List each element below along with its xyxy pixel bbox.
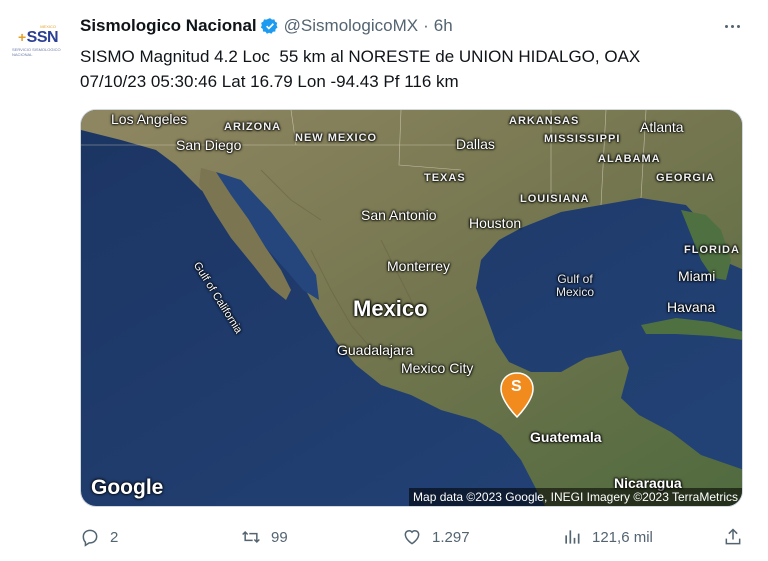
- separator-dot: ·: [423, 16, 429, 35]
- map-label: San Antonio: [361, 207, 437, 223]
- tweet-text-line: SISMO Magnitud 4.2 Loc 55 km al NORESTE …: [80, 47, 641, 66]
- map-label: San Diego: [176, 137, 242, 153]
- repost-count: 99: [271, 528, 288, 546]
- more-options-icon[interactable]: [718, 14, 746, 38]
- reply-count: 2: [110, 528, 119, 546]
- map-label: Guadalajara: [337, 342, 414, 358]
- map-label: Guatemala: [530, 429, 602, 445]
- map-label: MISSISSIPPI: [544, 133, 621, 145]
- map-attribution: Map data ©2023 Google, INEGI Imagery ©20…: [409, 488, 742, 506]
- display-name[interactable]: Sismologico Nacional: [80, 16, 257, 36]
- tweet-text: SISMO Magnitud 4.2 Loc 55 km al NORESTE …: [80, 44, 750, 94]
- verified-badge-icon[interactable]: [260, 17, 279, 35]
- share-button[interactable]: [723, 523, 743, 551]
- map-label: ARIZONA: [224, 121, 282, 133]
- map-label: TEXAS: [424, 172, 466, 184]
- map-label: Mexico City: [401, 360, 474, 376]
- share-icon: [725, 528, 741, 545]
- map-label: ARKANSAS: [509, 115, 580, 127]
- avatar-subtext: SERVICIO SISMOLOGICO NACIONAL: [12, 47, 61, 57]
- ssn-logo: +SSN: [17, 29, 59, 46]
- like-count: 1.297: [432, 528, 470, 546]
- map-label: Miami: [678, 268, 716, 284]
- map-card[interactable]: Los Angeles San Diego ARIZONA NEW MEXICO…: [80, 109, 743, 507]
- avatar[interactable]: MEXICO +SSN SERVICIO SISMOLOGICO NACIONA…: [12, 14, 64, 66]
- google-logo: Google: [91, 476, 164, 499]
- tweet-actions: 2 99 1.297 121,6 mil: [80, 523, 750, 551]
- reply-button[interactable]: 2: [80, 523, 118, 551]
- pin-letter: S: [511, 378, 522, 395]
- map-label: ALABAMA: [598, 153, 661, 165]
- like-icon: [404, 530, 420, 545]
- like-button[interactable]: 1.297: [402, 523, 470, 551]
- views-icon: [565, 530, 580, 544]
- tweet-header: Sismologico Nacional @SismologicoMX · 6h: [80, 14, 453, 38]
- repost-button[interactable]: 99: [241, 523, 288, 551]
- timestamp[interactable]: 6h: [434, 16, 453, 36]
- ssn-logo-text: SSN: [26, 29, 59, 46]
- map-label: Monterrey: [387, 258, 451, 274]
- map-label: Los Angeles: [111, 111, 188, 127]
- map-label-gulf: Gulf of Mexico: [556, 273, 594, 299]
- map-label: LOUISIANA: [520, 193, 590, 205]
- map-label: GEORGIA: [656, 172, 715, 184]
- views-count: 121,6 mil: [592, 528, 653, 546]
- reply-icon: [82, 529, 98, 547]
- repost-icon: [242, 530, 260, 544]
- map-label: Atlanta: [640, 119, 684, 135]
- views-button[interactable]: 121,6 mil: [562, 523, 653, 551]
- map-label: FLORIDA: [684, 244, 740, 256]
- map-label: Dallas: [456, 136, 495, 152]
- map-label: Havana: [667, 299, 716, 315]
- map-label: Houston: [469, 215, 522, 231]
- map-label: NEW MEXICO: [295, 132, 378, 144]
- user-handle[interactable]: @SismologicoMX: [284, 16, 418, 36]
- map-label: Mexico: [556, 285, 595, 299]
- map-label: Mexico: [353, 296, 428, 321]
- tweet-text-line: 07/10/23 05:30:46 Lat 16.79 Lon -94.43 P…: [80, 72, 459, 91]
